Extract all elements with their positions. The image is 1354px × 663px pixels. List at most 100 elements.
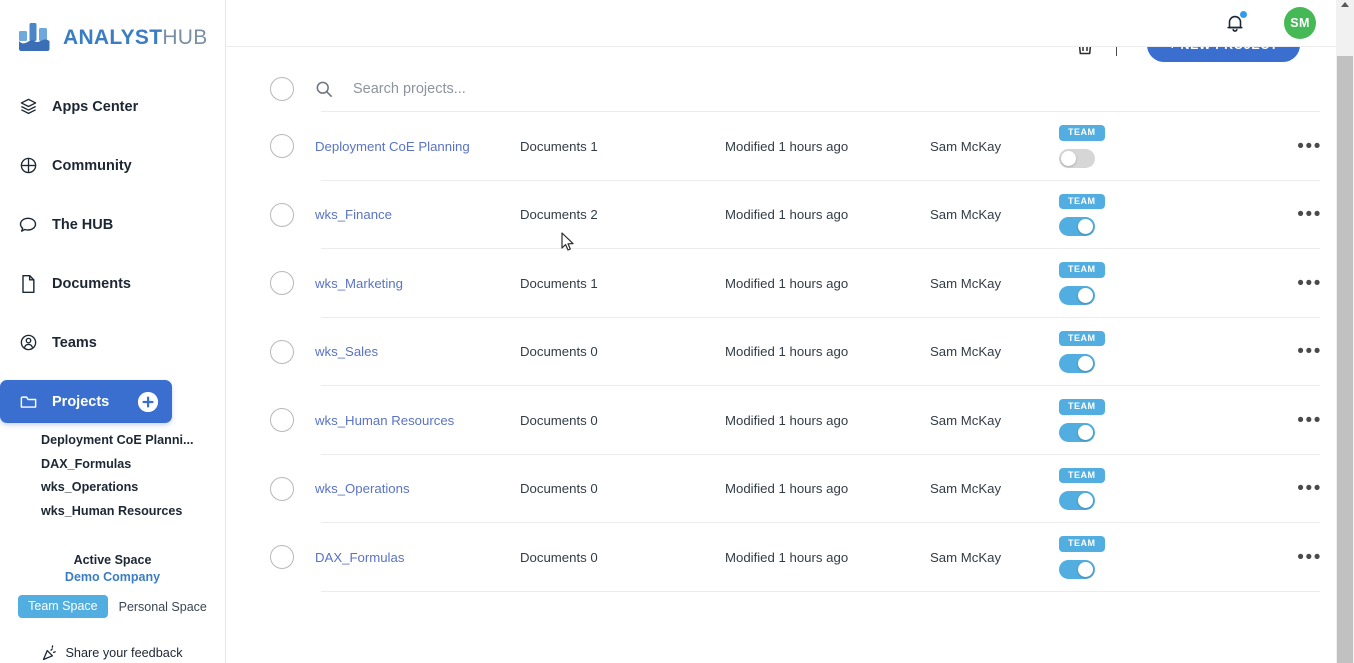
personal-space-button[interactable]: Personal Space <box>119 600 207 614</box>
share-feedback-button[interactable]: Share your feedback <box>0 645 225 661</box>
notification-bell-icon[interactable] <box>1224 11 1247 34</box>
sidebar: ANALYSTHUB Apps Center Community The HUB… <box>0 0 226 663</box>
sidebar-item-apps-center[interactable]: Apps Center <box>0 85 225 128</box>
status-badge: TEAM <box>1059 536 1105 552</box>
row-select-checkbox[interactable] <box>270 134 294 159</box>
folder-icon <box>17 391 39 413</box>
share-toggle[interactable] <box>1059 491 1095 510</box>
share-toggle[interactable] <box>1059 148 1095 168</box>
bar-chart-wave-logo-icon <box>18 22 52 52</box>
brand-name-bold: ANALYST <box>63 25 163 49</box>
table-row[interactable]: DAX_Formulas Documents 0 Modified 1 hour… <box>226 523 1336 592</box>
avatar[interactable]: SM <box>1284 7 1316 39</box>
table-row[interactable]: wks_Operations Documents 0 Modified 1 ho… <box>226 455 1336 523</box>
project-name-link[interactable]: wks_Operations <box>315 481 520 496</box>
brand-logo[interactable]: ANALYSTHUB <box>0 0 225 56</box>
projects-content: Deployment CoE Planning Documents 1 Modi… <box>226 47 1336 663</box>
project-name-link[interactable]: wks_Finance <box>315 207 520 222</box>
row-select-checkbox[interactable] <box>270 271 294 296</box>
search-input[interactable] <box>353 74 1336 104</box>
status-badge: TEAM <box>1059 262 1105 278</box>
vertical-scrollbar[interactable] <box>1336 0 1354 663</box>
project-owner: Sam McKay <box>930 412 1002 428</box>
status-badge: TEAM <box>1059 399 1105 415</box>
documents-count: Documents 0 <box>520 412 598 428</box>
party-popper-icon <box>42 645 58 661</box>
row-select-checkbox[interactable] <box>270 339 294 364</box>
row-more-menu-button[interactable]: ••• <box>1205 342 1336 361</box>
toggle-knob <box>1061 150 1076 166</box>
table-row[interactable]: wks_Sales Documents 0 Modified 1 hours a… <box>226 318 1336 386</box>
project-name-link[interactable]: wks_Sales <box>315 344 520 359</box>
row-select-checkbox[interactable] <box>270 545 294 570</box>
documents-count: Documents 0 <box>520 344 598 360</box>
modified-time: Modified 1 hours ago <box>725 481 849 497</box>
share-toggle[interactable] <box>1059 354 1095 373</box>
share-feedback-label: Share your feedback <box>65 646 183 660</box>
toggle-knob <box>1078 561 1093 577</box>
modified-time: Modified 1 hours ago <box>725 344 849 360</box>
row-select-checkbox[interactable] <box>270 202 294 227</box>
status-badge: TEAM <box>1059 330 1105 346</box>
share-toggle[interactable] <box>1059 559 1095 579</box>
project-owner: Sam McKay <box>930 138 1002 154</box>
toggle-knob <box>1078 424 1093 440</box>
row-select-checkbox[interactable] <box>270 476 294 501</box>
toggle-knob <box>1078 493 1093 508</box>
table-row[interactable]: Deployment CoE Planning Documents 1 Modi… <box>226 112 1336 181</box>
table-row[interactable]: wks_Marketing Documents 1 Modified 1 hou… <box>226 249 1336 318</box>
modified-time: Modified 1 hours ago <box>725 207 849 223</box>
project-name-link[interactable]: wks_Marketing <box>315 276 520 291</box>
share-toggle[interactable] <box>1059 422 1095 442</box>
sidebar-item-community[interactable]: Community <box>0 144 225 187</box>
share-toggle[interactable] <box>1059 217 1095 236</box>
project-name-link[interactable]: Deployment CoE Planning <box>315 139 520 154</box>
documents-count: Documents 0 <box>520 549 598 565</box>
sidebar-item-label: Projects <box>52 393 110 410</box>
top-header-bar: SM <box>226 0 1336 47</box>
row-more-menu-button[interactable]: ••• <box>1205 205 1336 224</box>
row-more-menu-button[interactable]: ••• <box>1205 274 1336 293</box>
project-owner: Sam McKay <box>930 344 1002 360</box>
project-owner: Sam McKay <box>930 275 1002 291</box>
select-all-checkbox[interactable] <box>270 77 294 101</box>
share-cell: TEAM <box>1055 330 1205 373</box>
sidebar-item-documents[interactable]: Documents <box>0 262 225 305</box>
project-sublist-item[interactable]: wks_Operations <box>41 476 225 500</box>
toggle-knob <box>1078 356 1093 371</box>
row-more-menu-button[interactable]: ••• <box>1205 548 1336 567</box>
share-toggle[interactable] <box>1059 285 1095 305</box>
active-space-title: Active Space <box>73 553 152 567</box>
sidebar-item-the-hub[interactable]: The HUB <box>0 203 225 246</box>
status-badge: TEAM <box>1059 193 1105 209</box>
modified-time: Modified 1 hours ago <box>725 412 849 428</box>
search-row <box>226 67 1336 111</box>
table-row[interactable]: wks_Finance Documents 2 Modified 1 hours… <box>226 181 1336 249</box>
status-badge: TEAM <box>1059 125 1105 141</box>
brand-wordmark: ANALYSTHUB <box>63 27 208 48</box>
project-sublist-item[interactable]: Deployment CoE Planni... <box>41 429 225 453</box>
table-row[interactable]: wks_Human Resources Documents 0 Modified… <box>226 386 1336 455</box>
documents-count: Documents 1 <box>520 138 598 154</box>
row-more-menu-button[interactable]: ••• <box>1205 137 1336 156</box>
share-cell: TEAM <box>1055 193 1205 236</box>
documents-count: Documents 1 <box>520 275 598 291</box>
search-icon[interactable] <box>315 80 333 98</box>
triangle-up-icon[interactable] <box>1341 2 1349 7</box>
row-more-menu-button[interactable]: ••• <box>1205 479 1336 498</box>
plus-circle-icon[interactable] <box>138 391 158 412</box>
row-select-checkbox[interactable] <box>270 408 294 433</box>
row-more-menu-button[interactable]: ••• <box>1205 411 1336 430</box>
project-sublist-item[interactable]: DAX_Formulas <box>41 453 225 477</box>
modified-time: Modified 1 hours ago <box>725 549 849 565</box>
layers-icon <box>17 96 39 118</box>
sidebar-item-projects[interactable]: Projects <box>0 380 172 423</box>
scrollbar-thumb[interactable] <box>1337 56 1353 663</box>
sidebar-item-teams[interactable]: Teams <box>0 321 225 364</box>
project-name-link[interactable]: DAX_Formulas <box>315 550 520 565</box>
active-space-name[interactable]: Demo Company <box>0 570 225 584</box>
space-switcher: Team Space Personal Space <box>0 595 225 618</box>
project-sublist-item[interactable]: wks_Human Resources <box>41 500 225 524</box>
team-space-button[interactable]: Team Space <box>18 595 108 618</box>
project-name-link[interactable]: wks_Human Resources <box>315 413 520 428</box>
